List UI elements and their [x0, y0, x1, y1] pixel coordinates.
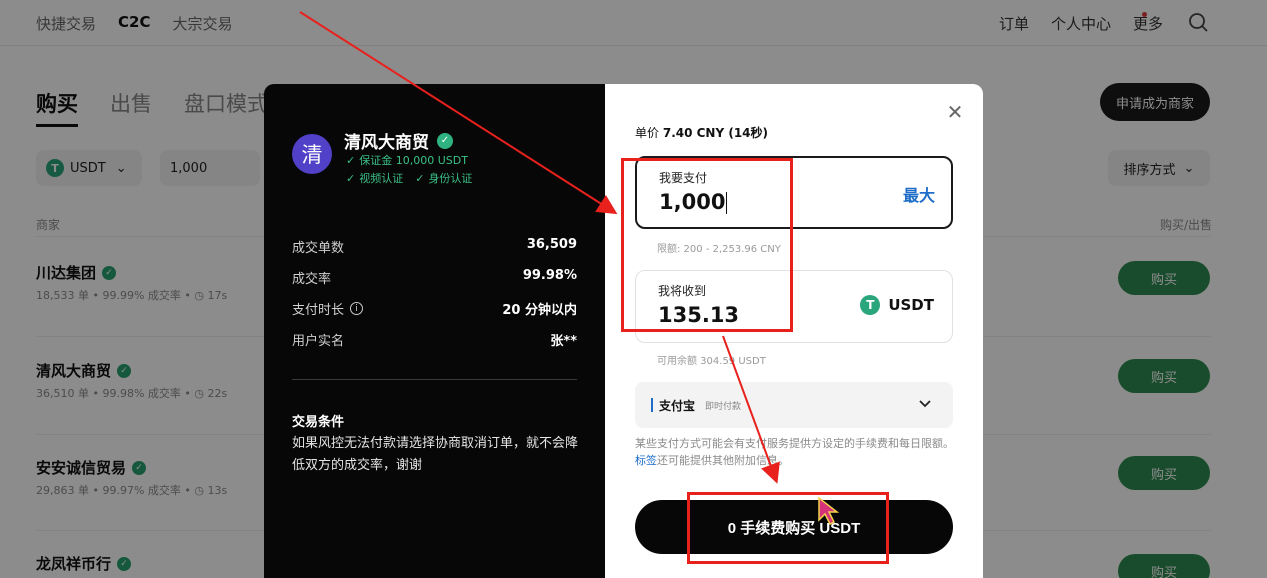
annotation-arrows	[299, 11, 780, 484]
arrow-to-buy	[722, 335, 780, 484]
mouse-cursor-icon	[818, 496, 840, 526]
arrow-to-amount	[299, 11, 618, 215]
